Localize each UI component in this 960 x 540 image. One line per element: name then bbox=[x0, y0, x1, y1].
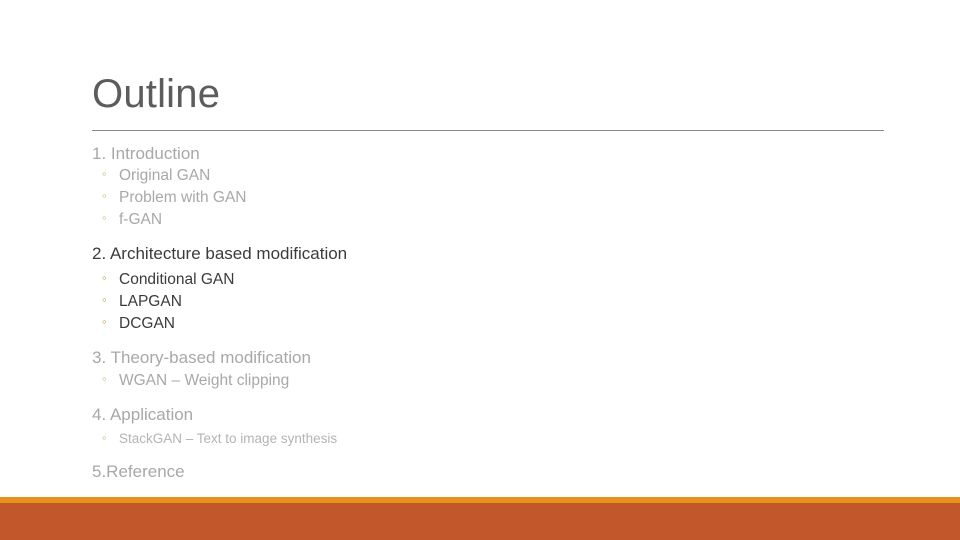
slide: Outline 1. Introduction ◦ Original GAN ◦… bbox=[0, 0, 960, 540]
list-item-label: LAPGAN bbox=[119, 292, 182, 310]
list-item-label: Problem with GAN bbox=[119, 188, 247, 206]
bullet-circle-icon: ◦ bbox=[102, 187, 107, 203]
outline-section-active: 2. Architecture based modification ◦ Con… bbox=[92, 243, 792, 335]
outline-section: 1. Introduction ◦ Original GAN ◦ Problem… bbox=[92, 143, 792, 231]
accent-bar-thick bbox=[0, 503, 960, 540]
list-item-label: WGAN – Weight clipping bbox=[119, 372, 290, 390]
bullet-circle-icon: ◦ bbox=[102, 165, 107, 181]
list-item-label: f-GAN bbox=[119, 210, 163, 228]
section-sublist: ◦ StackGAN – Text to image synthesis bbox=[92, 429, 792, 449]
list-item: ◦ LAPGAN bbox=[92, 291, 792, 313]
bullet-circle-icon: ◦ bbox=[102, 313, 107, 329]
list-item: ◦ DCGAN bbox=[92, 313, 792, 335]
outline-section: 3. Theory-based modification ◦ WGAN – We… bbox=[92, 347, 792, 393]
title-block: Outline bbox=[92, 72, 884, 116]
bullet-circle-icon: ◦ bbox=[102, 371, 107, 387]
list-item: ◦ Original GAN bbox=[92, 165, 792, 187]
list-item-label: Conditional GAN bbox=[119, 270, 235, 288]
list-item-label: DCGAN bbox=[119, 314, 175, 332]
list-item: ◦ Conditional GAN bbox=[92, 269, 792, 291]
outline-section: 5.Reference bbox=[92, 461, 792, 483]
section-sublist: ◦ WGAN – Weight clipping bbox=[92, 370, 792, 392]
bullet-circle-icon: ◦ bbox=[102, 291, 107, 307]
section-sublist: ◦ Original GAN ◦ Problem with GAN ◦ f-GA… bbox=[92, 165, 792, 231]
section-heading: 5.Reference bbox=[92, 461, 185, 481]
list-item: ◦ WGAN – Weight clipping bbox=[92, 370, 792, 392]
page-title: Outline bbox=[92, 72, 221, 116]
list-item: ◦ StackGAN – Text to image synthesis bbox=[92, 429, 792, 449]
list-item: ◦ Problem with GAN bbox=[92, 187, 792, 209]
list-item: ◦ f-GAN bbox=[92, 209, 792, 231]
outline-section: 4. Application ◦ StackGAN – Text to imag… bbox=[92, 404, 792, 448]
title-divider bbox=[92, 130, 884, 131]
bullet-circle-icon: ◦ bbox=[102, 430, 107, 445]
section-heading: 3. Theory-based modification bbox=[92, 347, 311, 367]
section-heading: 2. Architecture based modification bbox=[92, 243, 348, 263]
bullet-circle-icon: ◦ bbox=[102, 209, 107, 225]
list-item-label: StackGAN – Text to image synthesis bbox=[119, 431, 338, 446]
section-heading: 1. Introduction bbox=[92, 144, 200, 163]
section-sublist: ◦ Conditional GAN ◦ LAPGAN ◦ DCGAN bbox=[92, 269, 792, 335]
outline-list: 1. Introduction ◦ Original GAN ◦ Problem… bbox=[92, 143, 792, 482]
section-heading: 4. Application bbox=[92, 405, 194, 425]
bullet-circle-icon: ◦ bbox=[102, 269, 107, 285]
list-item-label: Original GAN bbox=[119, 166, 211, 184]
